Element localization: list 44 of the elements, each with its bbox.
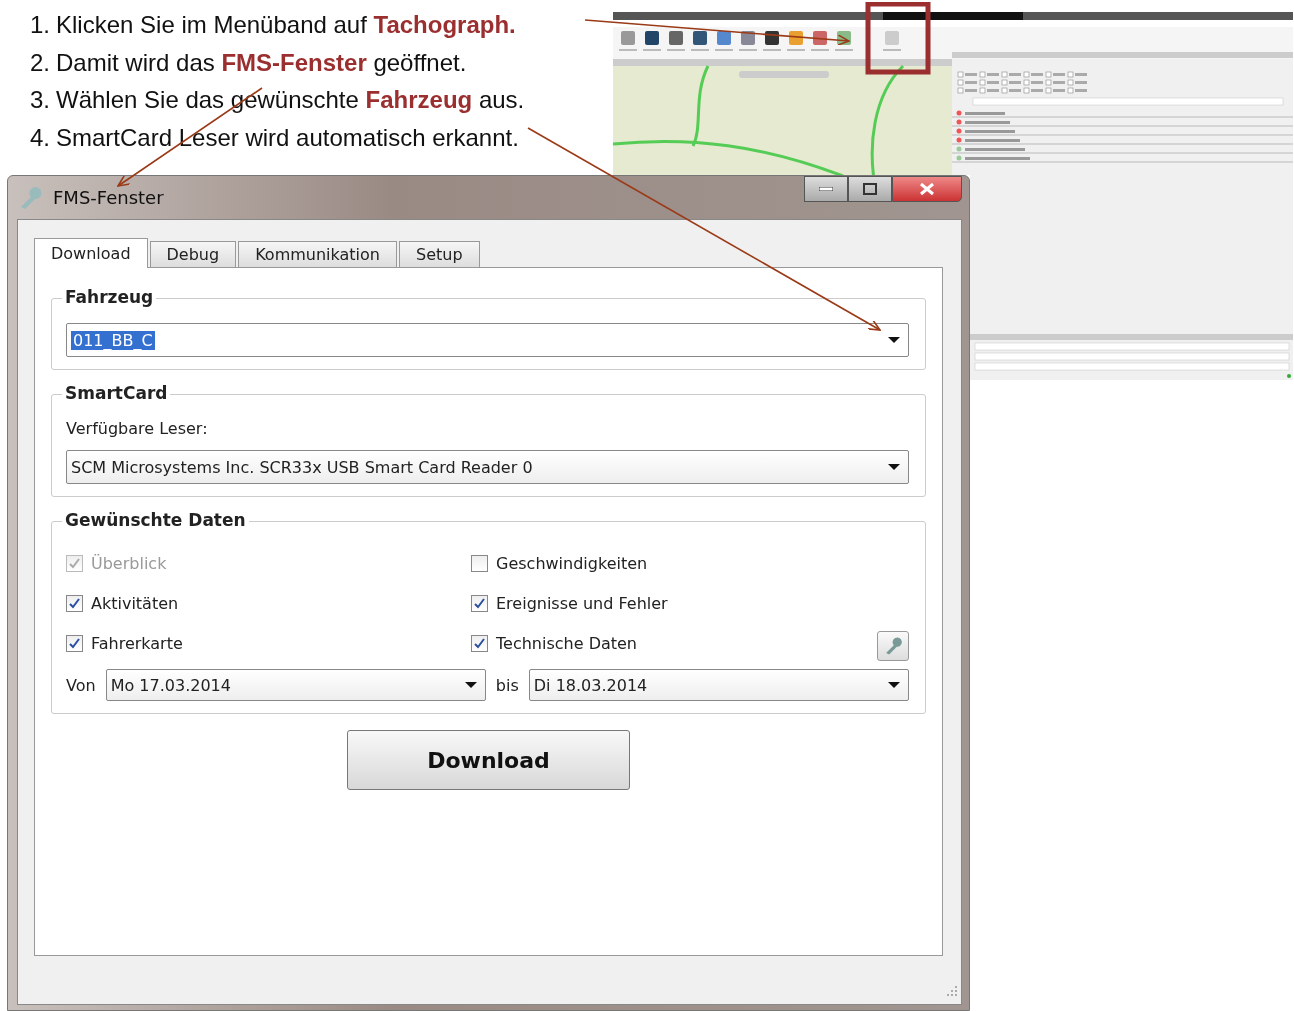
step-number: 3. — [30, 85, 50, 115]
caret-icon — [464, 682, 477, 688]
caret-icon — [888, 682, 900, 688]
date-dropdown[interactable]: Di 18.03.2014 — [528, 669, 909, 701]
maximize-icon — [863, 183, 877, 195]
checkbox-label: Fahrerkarte — [91, 634, 183, 653]
caret-icon — [888, 337, 900, 343]
vehicle-dropdown[interactable]: 011_BB_C — [66, 323, 909, 357]
step-number: 4. — [30, 122, 50, 153]
group-title: Fahrzeug — [62, 287, 157, 307]
download-button[interactable]: Download — [347, 730, 630, 790]
step-number: 2. — [30, 47, 50, 78]
resize-grip-icon[interactable] — [945, 984, 959, 998]
checkbox-label: Technische Daten — [496, 634, 637, 653]
minimize-icon — [819, 187, 833, 191]
field-label: Verfügbare Leser: — [66, 419, 209, 438]
checkbox[interactable] — [471, 635, 488, 652]
window-title: FMS-Fenster — [53, 187, 164, 208]
tab[interactable]: Download — [34, 238, 148, 268]
tab[interactable]: Debug — [149, 241, 237, 267]
checkbox[interactable] — [471, 595, 488, 612]
wrench-icon — [883, 636, 903, 656]
step-number: 1. — [30, 10, 50, 40]
checkbox-label: Überblick — [91, 554, 167, 573]
close-icon — [919, 182, 935, 196]
tab[interactable]: Setup — [399, 241, 480, 267]
caret-icon — [888, 464, 900, 470]
tab[interactable]: Kommunikation — [238, 241, 397, 267]
field-label: bis — [495, 675, 519, 695]
checkbox[interactable] — [66, 595, 83, 612]
checkbox[interactable] — [471, 555, 488, 572]
checkbox-label: Ereignisse und Fehler — [496, 594, 668, 613]
checkbox-label: Geschwindigkeiten — [496, 554, 648, 573]
close-button[interactable] — [892, 176, 962, 202]
instruction-text: Klicken Sie im Menüband auf Tachograph. — [56, 10, 516, 40]
minimize-button[interactable] — [804, 176, 848, 202]
date-dropdown[interactable]: Mo 17.03.2014 — [105, 669, 486, 701]
instruction-text: Damit wird das FMS-Fenster geöffnet. — [56, 47, 467, 78]
field-label: Von — [66, 675, 96, 695]
reader-dropdown[interactable]: SCM Microsystems Inc. SCR33x USB Smart Card Reader 0 — [66, 450, 909, 484]
checkbox-label: Aktivitäten — [91, 594, 179, 613]
checkbox[interactable] — [66, 635, 83, 652]
tool-button[interactable] — [877, 631, 909, 661]
maximize-button[interactable] — [848, 176, 892, 202]
